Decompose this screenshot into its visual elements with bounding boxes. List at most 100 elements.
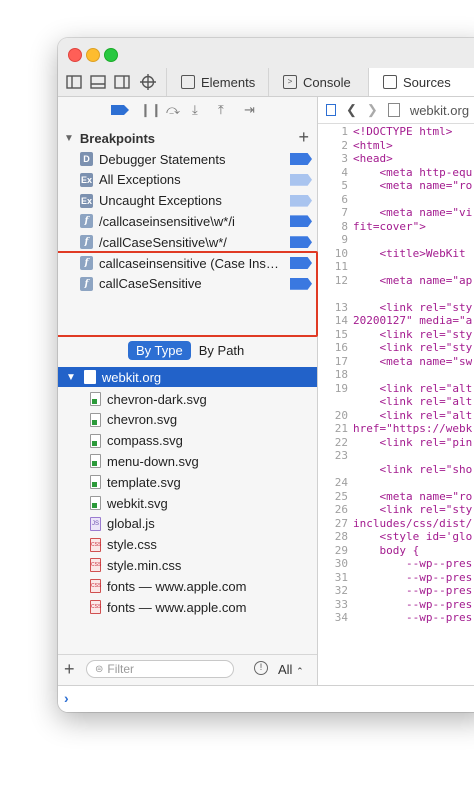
add-icon[interactable]: +: [64, 659, 75, 680]
breakpoint-flag-icon[interactable]: [290, 236, 312, 249]
line-number: 28: [334, 530, 348, 543]
title-bar: [58, 38, 474, 68]
file-name: global.js: [107, 516, 155, 532]
breakpoint-label: Uncaught Exceptions: [99, 193, 222, 209]
code-line: <head>: [353, 152, 393, 165]
file-tree-item[interactable]: menu-down.svg: [90, 451, 199, 471]
step-into-icon[interactable]: ⤓: [192, 103, 198, 117]
tab-elements[interactable]: Elements: [166, 68, 269, 96]
code-line: fit=cover">: [353, 219, 426, 233]
line-number: 12: [334, 273, 348, 287]
file-name: menu-down.svg: [107, 453, 199, 469]
line-number: 34: [334, 611, 348, 624]
js-file-icon: JS: [90, 516, 101, 531]
code-line: --wp--pres: [353, 570, 473, 584]
file-tree-item[interactable]: webkit.svg: [90, 493, 168, 513]
code-lines: <!DOCTYPE html> <html> <head> <meta http-e…: [353, 125, 472, 625]
filter-placeholder: Filter: [107, 662, 135, 676]
by-path-button[interactable]: By Path: [191, 341, 253, 360]
breakpoint-row[interactable]: f/callCaseSensitive\w*/: [80, 232, 312, 252]
file-tree-item[interactable]: CSS fonts — www.apple.com: [90, 597, 246, 617]
line-number: 25: [334, 489, 348, 503]
step-icon[interactable]: ⇥: [244, 103, 255, 117]
svg-file-icon: [90, 496, 101, 510]
file-tree-item[interactable]: template.svg: [90, 472, 181, 492]
sources-sidebar: ❙❙ ⤼ ⤓ ⤒ ⇥ ▼ Breakpoints + D Debugger Sta…: [58, 97, 318, 685]
dock-left-icon[interactable]: [66, 74, 82, 90]
code-line: <link rel="sty: [353, 341, 473, 354]
pause-icon[interactable]: ❙❙: [140, 103, 162, 117]
tab-console-label: Console: [303, 74, 351, 90]
breakpoint-row[interactable]: f/callcaseinsensitive\w*/i: [80, 211, 312, 231]
add-breakpoint-button[interactable]: +: [298, 127, 309, 148]
line-number: 21: [334, 422, 348, 435]
back-icon[interactable]: ❮: [346, 102, 357, 118]
exclamation-icon[interactable]: !: [254, 661, 268, 675]
line-number: 10: [334, 246, 348, 260]
svg-file-icon: [90, 412, 101, 427]
file-tree-item[interactable]: CSS fonts — www.apple.com: [90, 576, 246, 596]
breakpoints-section-header[interactable]: ▼ Breakpoints: [64, 131, 155, 146]
filter-input[interactable]: ⊜ Filter: [86, 660, 234, 678]
breakpoint-flag-icon[interactable]: [290, 215, 312, 228]
breakpoint-flag-icon[interactable]: [290, 173, 312, 186]
debugger-icon: D: [80, 152, 93, 166]
sidebar-toggle-icon[interactable]: [326, 104, 336, 116]
minimize-window-button[interactable]: [86, 48, 100, 62]
tree-root-webkit[interactable]: ▼ webkit.org: [58, 367, 317, 387]
breakpoint-label: /callcaseinsensitive\w*/i: [99, 213, 235, 229]
svg-file-icon: [90, 392, 101, 406]
step-over-icon[interactable]: ⤼: [166, 103, 180, 117]
code-line: body {: [353, 543, 420, 557]
svg-file-icon: [90, 454, 101, 469]
breakpoint-label: All Exceptions: [99, 172, 181, 188]
line-number: 7: [341, 206, 348, 219]
by-type-button[interactable]: By Type: [128, 341, 191, 360]
breakpoint-row[interactable]: Ex Uncaught Exceptions: [80, 191, 312, 211]
step-out-icon[interactable]: ⤒: [218, 103, 224, 117]
file-tree-item[interactable]: JS global.js: [90, 514, 155, 534]
code-line: <meta name="ro: [353, 489, 473, 503]
element-picker-icon[interactable]: [140, 74, 156, 90]
code-line: <link rel="sty: [353, 327, 473, 341]
file-tree-item[interactable]: CSS style.min.css: [90, 555, 181, 575]
file-tree-item[interactable]: compass.svg: [90, 431, 183, 451]
line-number: 13: [334, 300, 348, 314]
breakpoint-flag-icon[interactable]: [290, 194, 312, 207]
tab-console[interactable]: > Console: [268, 68, 365, 96]
line-number: 29: [334, 543, 348, 557]
breakpoint-label: /callCaseSensitive\w*/: [99, 234, 227, 250]
dock-right-icon[interactable]: [114, 74, 130, 90]
forward-icon[interactable]: ❯: [367, 102, 378, 118]
breakpoint-row[interactable]: Ex All Exceptions: [80, 170, 312, 190]
close-window-button[interactable]: [68, 48, 82, 62]
zoom-window-button[interactable]: [104, 48, 118, 62]
code-line: <meta http-equ: [353, 165, 473, 179]
sources-icon: [383, 75, 397, 89]
breakpoints-toggle-icon[interactable]: [110, 103, 130, 117]
scope-label: All: [278, 662, 293, 677]
css-file-icon: CSS: [90, 579, 101, 594]
file-tree-item[interactable]: CSS style.css: [90, 535, 157, 555]
breakpoint-row[interactable]: D Debugger Statements: [80, 149, 312, 169]
breakpoint-flag-icon[interactable]: [290, 153, 312, 165]
document-icon: [387, 103, 400, 117]
elements-icon: [181, 75, 195, 89]
sidebar-footer: + ⊜ Filter ! All ⌃: [58, 654, 317, 685]
line-number: 23: [334, 449, 348, 462]
scope-selector[interactable]: All ⌃: [278, 662, 304, 677]
file-name: chevron-dark.svg: [107, 391, 207, 407]
file-tree-item[interactable]: chevron.svg: [90, 410, 177, 430]
chevron-updown-icon: ⌃: [296, 666, 304, 676]
file-tree-item[interactable]: chevron-dark.svg: [90, 389, 207, 409]
console-prompt-bar[interactable]: ›: [58, 685, 474, 712]
css-file-icon: CSS: [90, 537, 101, 552]
code-line: <meta name="sw: [353, 354, 473, 368]
dock-bottom-icon[interactable]: [90, 74, 106, 90]
line-number: 32: [334, 584, 348, 597]
code-line: <link rel="sty: [353, 503, 473, 516]
breakpoint-label: Debugger Statements: [99, 151, 226, 167]
tab-sources[interactable]: Sources: [368, 68, 474, 96]
code-line: href="https://webk: [353, 422, 473, 435]
